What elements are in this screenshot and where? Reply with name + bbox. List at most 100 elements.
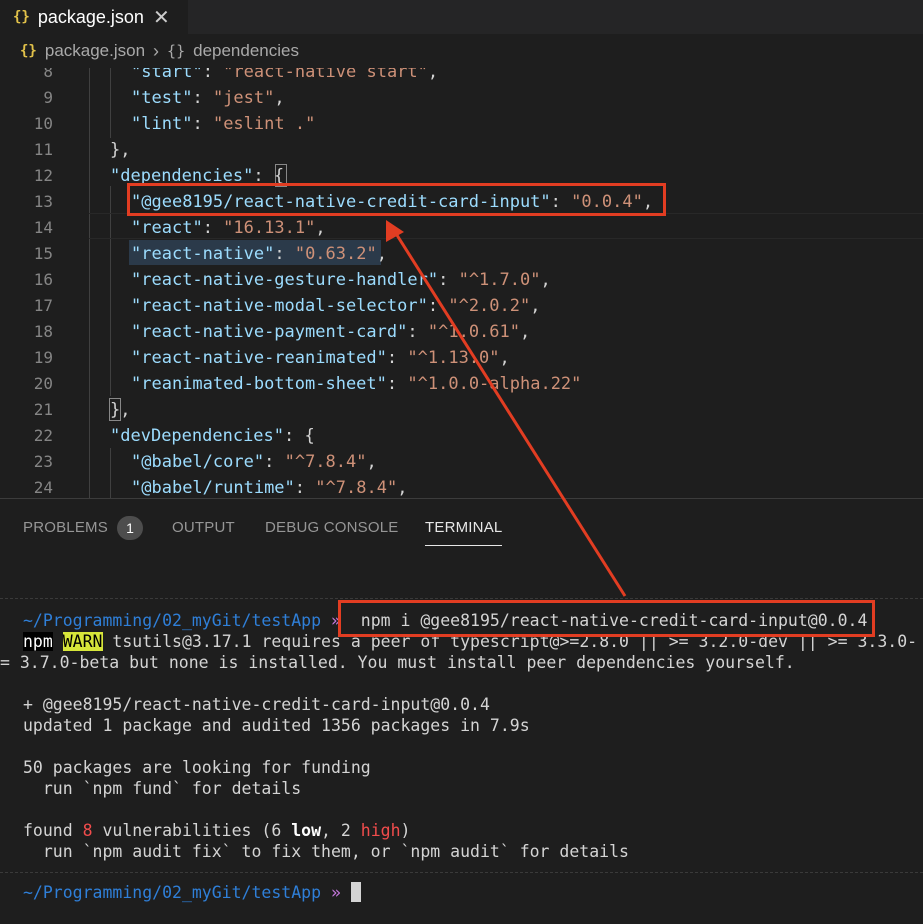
vuln-count: 8 <box>82 821 93 840</box>
line-number: 24 <box>33 478 53 497</box>
code-line[interactable]: 11}, <box>0 137 923 163</box>
json-key: react-native-gesture-handler <box>141 270 428 290</box>
tab-output[interactable]: OUTPUT <box>172 519 235 536</box>
code-text: "react-native": "0.63.2", <box>131 244 387 264</box>
json-key: test <box>141 88 183 108</box>
tab-terminal[interactable]: TERMINAL <box>425 519 503 546</box>
punctuation: , <box>315 218 326 238</box>
prompt-path: ~/Programming/02_myGit/testApp <box>23 611 322 630</box>
terminal-added-line: + @gee8195/react-native-credit-card-inpu… <box>23 695 490 714</box>
code-line[interactable]: 22 "devDependencies": { <box>0 423 923 449</box>
problems-count-badge: 1 <box>117 516 143 540</box>
tab-debug-console[interactable]: DEBUG CONSOLE <box>265 519 398 536</box>
json-key: react <box>141 218 193 238</box>
code-line[interactable]: 19 "react-native-reanimated": "^1.13.0", <box>0 345 923 371</box>
json-value: react-native start <box>233 68 418 82</box>
line-number: 10 <box>33 114 53 133</box>
punctuation: , <box>427 68 439 82</box>
code-text: "test": "jest", <box>131 88 285 108</box>
object-icon: {} <box>167 42 186 60</box>
punctuation: , <box>376 244 387 264</box>
code-line[interactable]: 17 "react-native-modal-selector": "^2.0.2… <box>0 293 923 319</box>
line-number: 23 <box>33 452 53 471</box>
line-number: 15 <box>33 244 53 263</box>
highlight-box-dependency <box>127 183 666 216</box>
code-line[interactable]: 20 "reanimated-bottom-sheet": "^1.0.0-alp… <box>0 371 923 397</box>
code-text: "@babel/core": "^7.8.4", <box>131 452 377 472</box>
line-number: 18 <box>33 322 53 341</box>
code-text: "react-native-reanimated": "^1.13.0", <box>131 348 510 368</box>
punctuation: }, <box>110 140 131 160</box>
json-key: react-native-reanimated <box>141 348 377 368</box>
close-icon[interactable]: ✕ <box>153 5 170 29</box>
tab-label: package.json <box>37 6 144 27</box>
punctuation: , <box>397 478 408 498</box>
line-number: 8 <box>43 68 53 81</box>
line-number: 9 <box>43 88 53 107</box>
breadcrumb-file[interactable]: package.json <box>45 41 145 61</box>
prompt-symbol: » <box>330 883 341 902</box>
terminal-separator <box>0 598 923 599</box>
terminal-fund-hint: run `npm fund` for details <box>23 779 302 798</box>
json-key: react-native-modal-selector <box>141 296 418 316</box>
json-key: lint <box>141 114 183 134</box>
code-line[interactable]: 15 "react-native": "0.63.2", <box>0 241 923 267</box>
punctuation: , <box>530 296 541 316</box>
line-number: 13 <box>33 192 53 211</box>
line-number: 12 <box>33 166 53 185</box>
json-key: devDependencies <box>120 426 274 446</box>
json-value: eslint . <box>223 114 306 134</box>
high-label: high <box>360 821 401 840</box>
code-line[interactable]: 23 "@babel/core": "^7.8.4", <box>0 449 923 475</box>
json-key: react-native-payment-card <box>141 322 398 342</box>
code-line[interactable]: 24 "@babel/runtime": "^7.8.4", <box>0 475 923 498</box>
code-line[interactable]: 10 "lint": "eslint ." <box>0 111 923 137</box>
open-brace: { <box>304 426 315 446</box>
code-text: "devDependencies": { <box>110 426 315 446</box>
code-line[interactable]: 21}, <box>0 397 923 423</box>
found-mid: vulnerabilities (6 <box>92 821 292 840</box>
terminal-audit-hint: run `npm audit fix` to fix them, or `npm… <box>23 842 629 861</box>
code-text: "start": "react-native start", <box>131 68 438 85</box>
line-number: 22 <box>33 426 53 445</box>
json-value: ^1.13.0 <box>417 348 490 368</box>
punctuation: , <box>520 322 531 342</box>
json-value: ^1.0.61 <box>438 322 510 342</box>
breadcrumb-section[interactable]: dependencies <box>193 41 299 61</box>
code-text: "react-native-gesture-handler": "^1.7.0"… <box>131 270 551 290</box>
json-value: ^2.0.2 <box>458 296 520 316</box>
code-text: "@babel/runtime": "^7.8.4", <box>131 478 408 498</box>
line-number: 21 <box>33 400 53 419</box>
terminal-prompt-line-2: ~/Programming/02_myGit/testApp » <box>23 882 361 903</box>
tab-bar: {} package.json ✕ <box>0 0 923 34</box>
json-value: 0.63.2 <box>305 244 367 264</box>
tab-package-json[interactable]: {} package.json ✕ <box>0 0 188 34</box>
punctuation: }, <box>110 400 131 420</box>
json-value: ^1.0.0-alpha.22 <box>417 374 572 394</box>
line-number: 14 <box>33 218 53 237</box>
code-line[interactable]: 14 "react": "16.13.1", <box>0 215 923 241</box>
code-text: "reanimated-bottom-sheet": "^1.0.0-alpha… <box>131 374 582 394</box>
json-value: 16.13.1 <box>233 218 306 238</box>
terminal-separator <box>0 872 923 873</box>
tab-problems[interactable]: PROBLEMS <box>23 519 108 536</box>
code-line[interactable]: 18 "react-native-payment-card": "^1.0.61"… <box>0 319 923 345</box>
found-close: ) <box>400 821 411 840</box>
json-key: react-native <box>141 244 265 264</box>
panel-tabs: PROBLEMS 1 OUTPUT DEBUG CONSOLE TERMINAL <box>0 499 923 557</box>
code-editor[interactable]: 8 "start": "react-native start", 9 "test": … <box>0 68 923 498</box>
code-text: "react-native-modal-selector": "^2.0.2", <box>131 296 541 316</box>
code-line[interactable]: 16 "react-native-gesture-handler": "^1.7.… <box>0 267 923 293</box>
json-file-icon: {} <box>13 9 30 25</box>
code-line[interactable]: 8 "start": "react-native start", <box>0 68 923 85</box>
json-value: ^1.7.0 <box>468 270 531 290</box>
code-text: "react-native-payment-card": "^1.0.61", <box>131 322 531 342</box>
line-number: 16 <box>33 270 53 289</box>
npm-label: npm <box>23 632 53 651</box>
line-number: 19 <box>33 348 53 367</box>
terminal-updated-line: updated 1 package and audited 1356 packa… <box>23 716 530 735</box>
code-line[interactable]: 9 "test": "jest", <box>0 85 923 111</box>
json-key: @babel/core <box>141 452 254 472</box>
code-text: }, <box>110 137 130 163</box>
terminal-cursor <box>350 882 361 902</box>
